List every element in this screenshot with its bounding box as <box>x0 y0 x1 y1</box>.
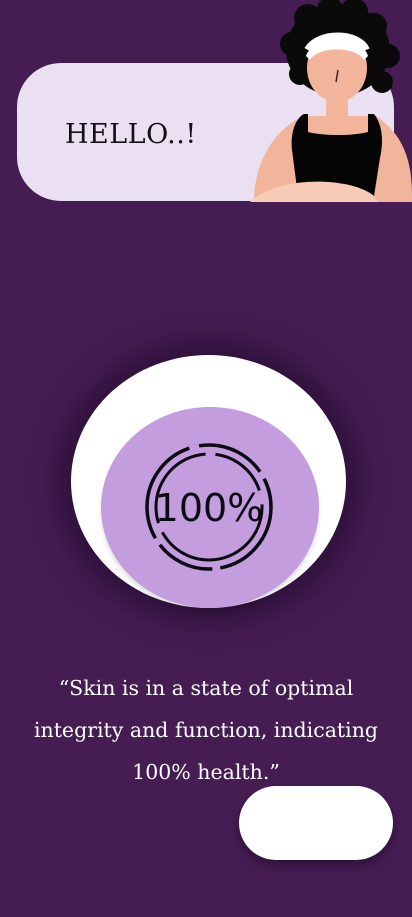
greeting-text: HELLO..! <box>65 119 197 150</box>
health-quote: “Skin is in a state of optimal integrity… <box>33 675 379 784</box>
hundred-percent-circle-icon: 100% <box>145 443 273 571</box>
score-value: 100% <box>155 486 264 530</box>
continue-button[interactable] <box>239 786 393 860</box>
woman-avatar-illustration <box>250 0 412 202</box>
